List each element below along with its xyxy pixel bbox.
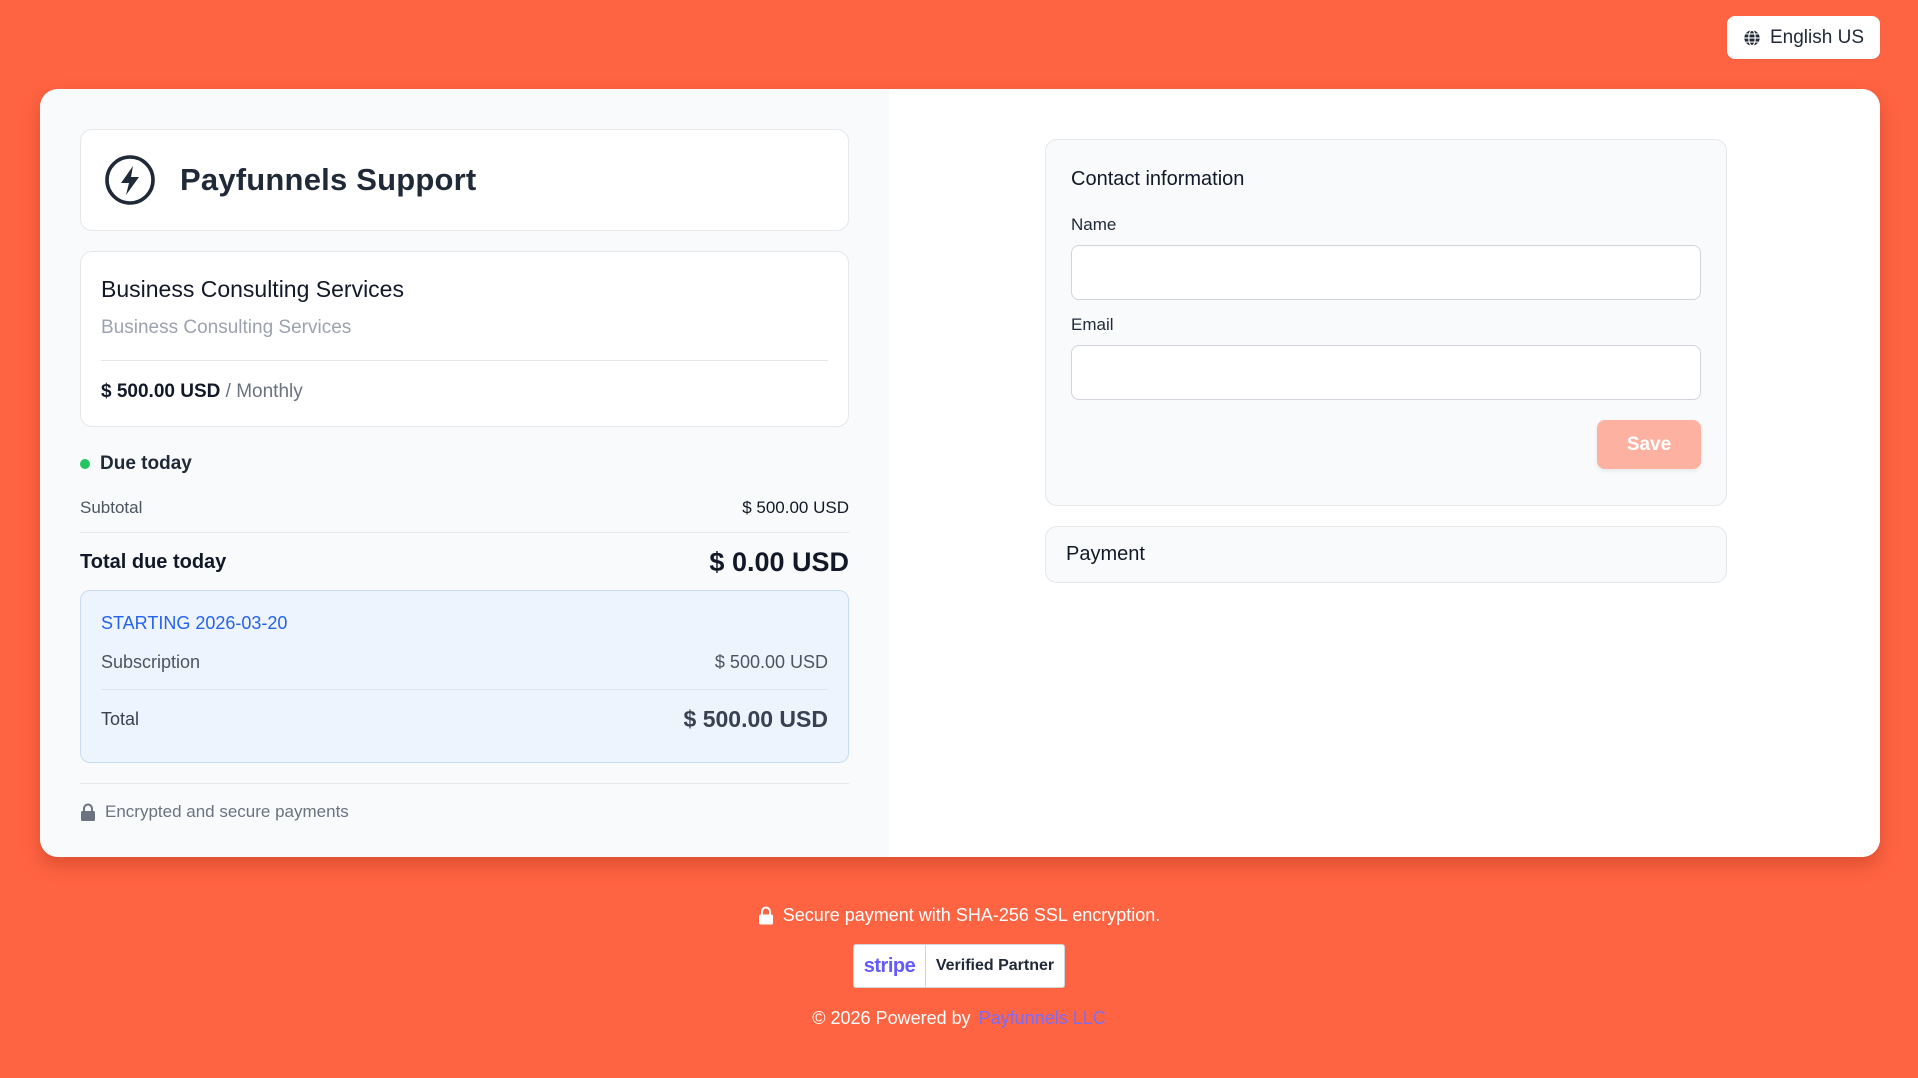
contact-information-section: Contact information Name Email Save xyxy=(1045,139,1727,506)
copyright: © 2026 Powered by Payfunnels LLC xyxy=(0,1008,1918,1029)
total-due-row: Total due today $ 0.00 USD xyxy=(80,547,849,578)
divider xyxy=(101,360,828,361)
stripe-verified-badge: stripe Verified Partner xyxy=(853,944,1065,988)
language-label: English US xyxy=(1770,26,1864,48)
save-row: Save xyxy=(1071,420,1701,469)
company-link[interactable]: Payfunnels LLC xyxy=(979,1008,1106,1028)
product-description: Business Consulting Services xyxy=(101,317,352,338)
brand-title: Payfunnels Support xyxy=(180,162,477,197)
schedule-total-label: Total xyxy=(101,709,140,729)
ssl-note: Secure payment with SHA-256 SSL encrypti… xyxy=(0,905,1918,926)
subtotal-label: Subtotal xyxy=(80,498,143,517)
schedule-total-row: Total $ 500.00 USD xyxy=(101,706,828,733)
globe-icon xyxy=(1744,29,1760,46)
total-due-value: $ 0.00 USD xyxy=(709,547,849,577)
language-selector[interactable]: English US xyxy=(1727,16,1880,59)
security-note: Encrypted and secure payments xyxy=(80,802,849,822)
name-label: Name xyxy=(1071,215,1117,234)
price-amount: $ 500.00 USD xyxy=(101,381,221,402)
ssl-text: Secure payment with SHA-256 SSL encrypti… xyxy=(782,905,1161,925)
name-input[interactable] xyxy=(1071,245,1701,300)
email-input[interactable] xyxy=(1071,345,1701,400)
stripe-logo: stripe xyxy=(854,945,926,987)
subtotal-row: Subtotal $ 500.00 USD xyxy=(80,498,849,533)
save-button[interactable]: Save xyxy=(1597,420,1701,469)
subscription-schedule: STARTING 2026-03-20 Subscription $ 500.0… xyxy=(80,590,849,763)
subtotal-value: $ 500.00 USD xyxy=(742,498,849,517)
contact-title: Contact information xyxy=(1071,168,1245,190)
email-label: Email xyxy=(1071,315,1114,334)
due-today-header: Due today xyxy=(80,453,849,475)
lock-icon xyxy=(81,803,95,821)
due-today-label: Due today xyxy=(100,453,192,474)
copyright-text: © 2026 Powered by xyxy=(812,1008,971,1028)
footer: Secure payment with SHA-256 SSL encrypti… xyxy=(0,905,1918,1029)
checkout-page: English US Payfunnels Support Business C… xyxy=(0,0,1918,1078)
lightning-bolt-icon xyxy=(105,155,155,205)
order-summary-panel: Payfunnels Support Business Consulting S… xyxy=(40,89,889,857)
brand-header: Payfunnels Support xyxy=(80,129,849,231)
price-period: / Monthly xyxy=(225,381,303,402)
checkout-form-panel: Contact information Name Email Save Paym… xyxy=(889,89,1880,857)
payment-section-header[interactable]: Payment xyxy=(1045,526,1727,583)
total-due-label: Total due today xyxy=(80,551,227,573)
schedule-total-value: $ 500.00 USD xyxy=(683,706,828,732)
divider xyxy=(80,783,849,784)
subscription-row: Subscription $ 500.00 USD xyxy=(101,652,828,690)
checkout-card: Payfunnels Support Business Consulting S… xyxy=(40,89,1880,857)
subscription-label: Subscription xyxy=(101,652,201,672)
schedule-start-date: STARTING 2026-03-20 xyxy=(101,613,288,633)
status-dot-icon xyxy=(80,459,90,469)
security-note-text: Encrypted and secure payments xyxy=(105,802,349,821)
product-name: Business Consulting Services xyxy=(101,276,404,302)
product-card: Business Consulting Services Business Co… xyxy=(80,251,849,427)
lock-icon xyxy=(758,906,773,925)
stripe-badge-text: Verified Partner xyxy=(935,957,1055,974)
subscription-value: $ 500.00 USD xyxy=(714,652,828,672)
product-price: $ 500.00 USD / Monthly xyxy=(101,381,828,403)
